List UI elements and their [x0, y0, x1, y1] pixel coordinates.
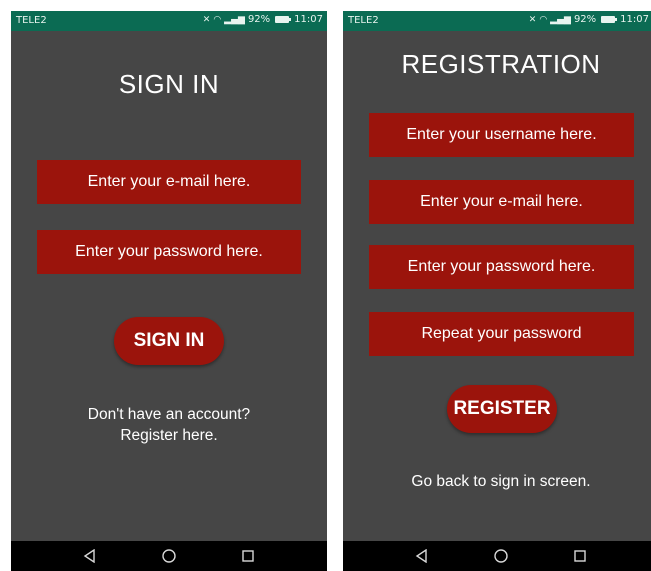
- wifi-icon: ◠: [539, 14, 548, 25]
- status-time: 11:07: [620, 14, 649, 25]
- back-icon[interactable]: [412, 546, 432, 566]
- back-to-sign-in-link[interactable]: Go back to sign in screen.: [343, 471, 651, 492]
- status-indicators: ✕ ◠ ▂▄▆ 92% 11:07: [529, 14, 649, 25]
- email-input[interactable]: Enter your e-mail here.: [37, 160, 301, 204]
- register-link[interactable]: Don't have an account? Register here.: [11, 404, 327, 446]
- username-input[interactable]: Enter your username here.: [369, 113, 634, 157]
- navigation-bar: [11, 541, 327, 571]
- signal-icon: ▂▄▆: [550, 14, 571, 25]
- battery-icon: [601, 16, 618, 23]
- sign-in-button[interactable]: SIGN IN: [114, 317, 224, 365]
- mute-icon: ✕: [202, 14, 211, 25]
- mute-icon: ✕: [528, 14, 537, 25]
- navigation-bar: [343, 541, 651, 571]
- home-icon[interactable]: [491, 546, 511, 566]
- recent-apps-icon[interactable]: [570, 546, 590, 566]
- wifi-icon: ◠: [213, 14, 222, 25]
- register-button[interactable]: REGISTER: [447, 385, 557, 433]
- back-icon[interactable]: [80, 546, 100, 566]
- status-bar: TELE2 ✕ ◠ ▂▄▆ 92% 11:07: [343, 11, 651, 31]
- register-prompt-line1: Don't have an account?: [87, 406, 251, 423]
- email-input[interactable]: Enter your e-mail here.: [369, 180, 634, 224]
- battery-percent: 92%: [247, 14, 271, 25]
- battery-icon: [275, 16, 292, 23]
- sign-in-screen: TELE2 ✕ ◠ ▂▄▆ 92% 11:07 SIGN IN Enter yo…: [11, 11, 327, 571]
- register-prompt-line2: Register here.: [120, 427, 218, 444]
- carrier-label: TELE2: [348, 15, 379, 26]
- registration-screen: TELE2 ✕ ◠ ▂▄▆ 92% 11:07 REGISTRATION Ent…: [343, 11, 651, 571]
- password-input[interactable]: Enter your password here.: [37, 230, 301, 274]
- status-bar: TELE2 ✕ ◠ ▂▄▆ 92% 11:07: [11, 11, 327, 31]
- status-time: 11:07: [294, 14, 323, 25]
- status-indicators: ✕ ◠ ▂▄▆ 92% 11:07: [203, 14, 323, 25]
- signal-icon: ▂▄▆: [224, 14, 245, 25]
- carrier-label: TELE2: [16, 15, 47, 26]
- battery-percent: 92%: [573, 14, 597, 25]
- recent-apps-icon[interactable]: [238, 546, 258, 566]
- page-title: SIGN IN: [118, 69, 220, 99]
- home-icon[interactable]: [159, 546, 179, 566]
- page-title: REGISTRATION: [401, 49, 601, 79]
- password-input[interactable]: Enter your password here.: [369, 245, 634, 289]
- repeat-password-input[interactable]: Repeat your password: [369, 312, 634, 356]
